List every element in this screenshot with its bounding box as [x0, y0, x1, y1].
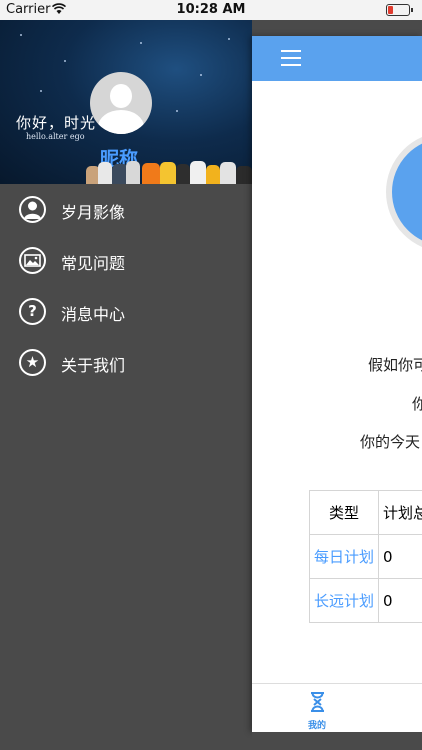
drawer-header: 你好，时光 hello.alter ego 昵称 [0, 20, 252, 184]
daily-plan-link[interactable]: 每日计划 [308, 534, 380, 579]
intro-text-line-3: 你的今天 [360, 433, 421, 451]
tab-bar: 我的 [252, 683, 422, 732]
table-cell: 0 [378, 534, 422, 579]
table-row: 长远计划 0 [308, 578, 422, 623]
navbar [252, 36, 422, 81]
avatar[interactable] [90, 72, 152, 134]
menu-item-messages[interactable]: ? 消息中心 [0, 286, 252, 337]
drawer-menu: 岁月影像 常见问题 ? 消息中心 ★ 关于我们 [0, 184, 252, 388]
greeting-text: 你好，时光 [16, 114, 97, 132]
main-panel: 假如你可 你 你的今天 类型 计划总 每日计划 0 长远计划 0 我的 [252, 36, 422, 732]
battery-icon [386, 4, 413, 16]
table-header: 类型 [308, 490, 380, 535]
header-background-image [86, 160, 252, 184]
person-icon [19, 196, 46, 223]
menu-item-label: 常见问题 [61, 254, 126, 273]
menu-item-label: 关于我们 [61, 356, 126, 375]
image-icon [19, 247, 46, 274]
progress-circle [386, 132, 422, 252]
clock: 10:28 AM [176, 2, 246, 17]
star-icon: ★ [19, 349, 46, 376]
menu-icon[interactable] [281, 50, 301, 66]
plan-table: 类型 计划总 每日计划 0 长远计划 0 [308, 490, 422, 623]
menu-item-faq[interactable]: 常见问题 [0, 235, 252, 286]
tab-mine-label[interactable]: 我的 [308, 718, 326, 731]
table-header-row: 类型 计划总 [308, 490, 422, 535]
menu-item-about[interactable]: ★ 关于我们 [0, 337, 252, 388]
hourglass-icon[interactable] [310, 692, 325, 712]
longterm-plan-link[interactable]: 长远计划 [308, 578, 380, 623]
intro-text-line-1: 假如你可 [368, 356, 422, 374]
question-icon: ? [19, 298, 46, 325]
status-bar: Carrier 10:28 AM [0, 0, 422, 20]
table-cell: 0 [378, 578, 422, 623]
intro-text-line-2: 你 [412, 395, 422, 413]
menu-item-photos[interactable]: 岁月影像 [0, 184, 252, 235]
greeting-subtext: hello.alter ego [26, 132, 85, 141]
menu-item-label: 消息中心 [61, 305, 126, 324]
table-row: 每日计划 0 [308, 534, 422, 579]
background-strip [252, 732, 422, 750]
table-header: 计划总 [378, 490, 422, 535]
menu-item-label: 岁月影像 [61, 203, 126, 222]
